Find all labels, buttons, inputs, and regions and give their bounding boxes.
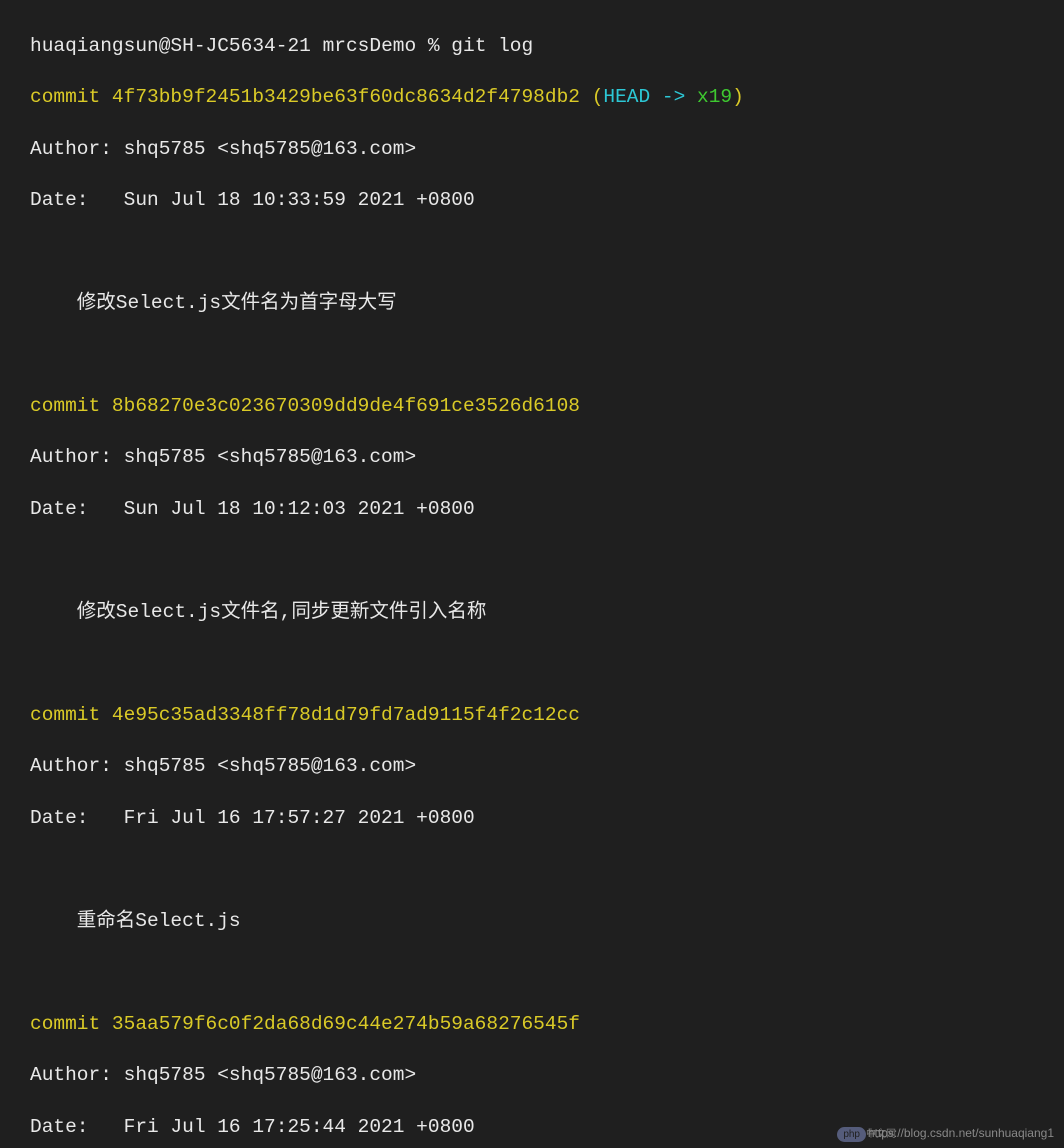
commit-message: 重命名Select.js: [30, 909, 1034, 935]
commit-hash: commit 35aa579f6c0f2da68d69c44e274b59a68…: [30, 1012, 1034, 1038]
commit-hash: commit 4e95c35ad3348ff78d1d79fd7ad9115f4…: [30, 703, 1034, 729]
commit-author: Author: shq5785 <shq5785@163.com>: [30, 1063, 1034, 1089]
php-badge-icon: php: [837, 1127, 866, 1142]
terminal-output[interactable]: huaqiangsun@SH-JC5634-21 mrcsDemo % git …: [0, 0, 1064, 1148]
head-label: HEAD ->: [603, 86, 697, 108]
commit-author: Author: shq5785 <shq5785@163.com>: [30, 754, 1034, 780]
prompt-cwd: mrcsDemo: [323, 35, 417, 57]
commit-hash-line: commit 4f73bb9f2451b3429be63f60dc8634d2f…: [30, 85, 1034, 111]
blank-line: [30, 651, 1034, 677]
blank-line: [30, 240, 1034, 266]
head-open-paren: (: [592, 86, 604, 108]
head-close-paren: ): [732, 86, 744, 108]
commit-hash: commit 8b68270e3c023670309dd9de4f691ce35…: [30, 394, 1034, 420]
commit-date: Date: Sun Jul 18 10:33:59 2021 +0800: [30, 188, 1034, 214]
commit-message: 修改Select.js文件名为首字母大写: [30, 291, 1034, 317]
prompt-user-host: huaqiangsun@SH-JC5634-21: [30, 35, 311, 57]
commit-date: Date: Fri Jul 16 17:57:27 2021 +0800: [30, 806, 1034, 832]
branch-name: x19: [697, 86, 732, 108]
blank-line: [30, 343, 1034, 369]
commit-date: Date: Sun Jul 18 10:12:03 2021 +0800: [30, 497, 1034, 523]
blank-line: [30, 857, 1034, 883]
prompt-sep: %: [428, 35, 440, 57]
watermark-url: https://blog.csdn.net/sunhuaqiang1: [868, 1126, 1054, 1142]
commit-hash: commit 4f73bb9f2451b3429be63f60dc8634d2f…: [30, 86, 580, 108]
blank-line: [30, 548, 1034, 574]
prompt-line: huaqiangsun@SH-JC5634-21 mrcsDemo % git …: [30, 34, 1034, 60]
commit-author: Author: shq5785 <shq5785@163.com>: [30, 137, 1034, 163]
commit-author: Author: shq5785 <shq5785@163.com>: [30, 445, 1034, 471]
blank-line: [30, 960, 1034, 986]
commit-message: 修改Select.js文件名,同步更新文件引入名称: [30, 600, 1034, 626]
prompt-command: git log: [451, 35, 533, 57]
